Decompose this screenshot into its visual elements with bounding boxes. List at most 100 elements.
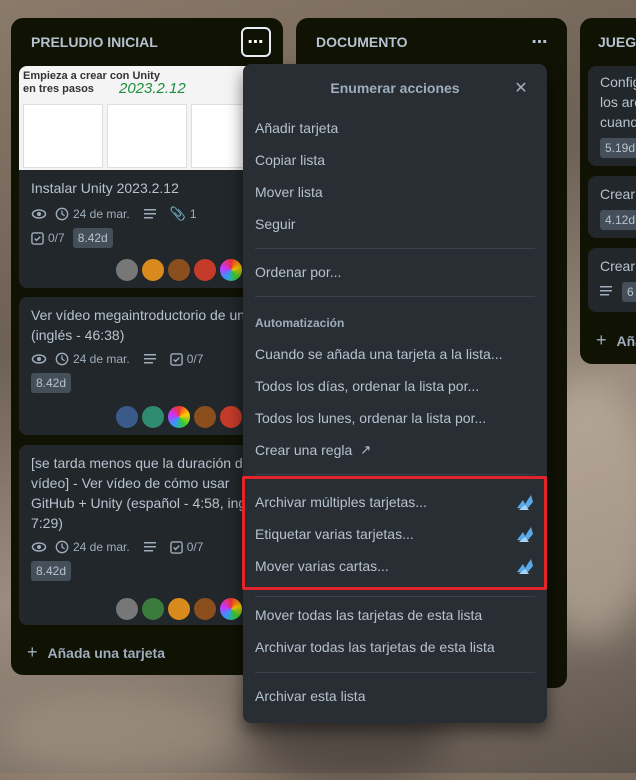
menu-item-sort-by[interactable]: Ordenar por... xyxy=(255,256,535,288)
cover-step-box xyxy=(23,104,103,168)
avatar[interactable] xyxy=(141,597,165,621)
list-header: DOCUMENTO ⋯ xyxy=(296,18,567,66)
watch-icon xyxy=(31,206,47,222)
menu-divider xyxy=(255,672,535,673)
menu-item-add-card[interactable]: Añadir tarjeta xyxy=(255,112,535,144)
menu-item-copy-list[interactable]: Copiar lista xyxy=(255,144,535,176)
card-badges: 8.42d xyxy=(19,555,275,581)
popover-title: Enumerar acciones xyxy=(330,80,460,96)
due-date: 24 de mar. xyxy=(73,207,130,221)
menu-divider xyxy=(255,248,535,249)
avatar[interactable] xyxy=(219,258,243,282)
card-badges: 8.42d xyxy=(19,367,275,393)
add-card-label: Añada una tarjeta xyxy=(47,644,165,661)
list-actions-button[interactable]: ⋯ xyxy=(525,27,555,57)
clock-icon xyxy=(55,352,69,366)
avatar[interactable] xyxy=(193,405,217,429)
estimate-chip: 8.42d xyxy=(72,228,113,248)
list-actions-popover: Enumerar acciones ✕ Añadir tarjeta Copia… xyxy=(243,64,547,723)
menu-item-daily-sort[interactable]: Todos los días, ordenar la lista por... xyxy=(255,370,535,402)
estimate-chip: 8.42d xyxy=(31,373,72,393)
avatar[interactable] xyxy=(167,597,191,621)
add-card-button[interactable]: + Aña xyxy=(596,330,636,351)
avatar[interactable] xyxy=(167,405,191,429)
background-shape xyxy=(0,690,240,780)
due-date-badge[interactable]: 24 de mar. xyxy=(55,207,130,221)
menu-item-archive-all-cards[interactable]: Archivar todas las tarjetas de esta list… xyxy=(255,631,535,663)
checklist-icon xyxy=(31,231,44,245)
due-date-badge[interactable]: 24 de mar. xyxy=(55,540,130,554)
avatar[interactable] xyxy=(115,405,139,429)
avatar[interactable] xyxy=(167,258,191,282)
card-crear[interactable]: Crear 6 xyxy=(588,248,636,312)
card-cover-image: Empieza a crear con Unity en tres pasos 2… xyxy=(19,66,275,170)
list-title[interactable]: JUEGO xyxy=(598,34,636,50)
avatar[interactable] xyxy=(219,597,243,621)
checklist-icon xyxy=(169,352,183,366)
menu-item-move-list[interactable]: Mover lista xyxy=(255,176,535,208)
checklist-count: 0/7 xyxy=(186,352,204,366)
watch-icon xyxy=(31,351,47,367)
card-title: Ver vídeo megaintroductorio de un (inglé… xyxy=(31,307,246,343)
attachments-count: 1 xyxy=(189,207,197,221)
due-date-badge[interactable]: 24 de mar. xyxy=(55,352,130,366)
checklist-icon xyxy=(169,540,183,554)
avatar[interactable] xyxy=(193,258,217,282)
plus-icon: + xyxy=(596,330,607,350)
avatar[interactable] xyxy=(115,597,139,621)
estimate-chip: 6 xyxy=(622,282,636,302)
checklist-count: 0/7 xyxy=(48,231,65,245)
highlight-box xyxy=(242,476,547,590)
list-juego: JUEGO Config los arc cuand 5.19d Crear 4… xyxy=(580,18,636,364)
avatar[interactable] xyxy=(193,597,217,621)
automation-section-header: Automatización xyxy=(255,316,345,330)
list-header: PRELUDIO INICIAL ⋯ xyxy=(11,18,283,66)
create-rule-label: Crear una regla xyxy=(255,442,353,458)
card-badges: 24 de mar. 0/7 xyxy=(19,533,275,555)
avatar[interactable] xyxy=(141,405,165,429)
description-icon xyxy=(143,353,158,365)
description-icon xyxy=(600,285,614,300)
card-crear[interactable]: Crear 4.12d xyxy=(588,176,636,238)
card-badges: 24 de mar. 0/7 xyxy=(19,345,275,367)
card-badges: 0/7 8.42d xyxy=(19,222,275,248)
checklist-badge: 0/7 xyxy=(169,352,204,366)
external-link-icon: ↗ xyxy=(360,442,372,457)
due-date: 24 de mar. xyxy=(73,540,130,554)
menu-item-archive-list[interactable]: Archivar esta lista xyxy=(255,680,535,712)
menu-item-follow[interactable]: Seguir xyxy=(255,208,535,240)
card-instalar-unity[interactable]: Empieza a crear con Unity en tres pasos 2… xyxy=(19,66,275,288)
card-title: [se tarda menos que la duración d vídeo]… xyxy=(31,455,247,531)
description-icon xyxy=(143,541,158,553)
checklist-count: 0/7 xyxy=(186,540,204,554)
description-icon xyxy=(143,208,158,220)
cover-step-box xyxy=(107,104,187,168)
menu-item-create-rule[interactable]: Crear una regla ↗ xyxy=(255,434,535,466)
close-icon[interactable]: ✕ xyxy=(509,76,533,100)
avatar[interactable] xyxy=(115,258,139,282)
menu-divider xyxy=(255,474,535,475)
add-card-button[interactable]: + Añada una tarjeta xyxy=(27,642,165,663)
estimate-chip: 8.42d xyxy=(31,561,72,581)
paperclip-icon: 📎 xyxy=(169,206,186,221)
due-date: 24 de mar. xyxy=(73,352,130,366)
card-config[interactable]: Config los arc cuand 5.19d xyxy=(588,66,636,166)
list-title[interactable]: DOCUMENTO xyxy=(316,34,408,50)
menu-item-move-all-cards[interactable]: Mover todas las tarjetas de esta lista xyxy=(255,599,535,631)
avatar[interactable] xyxy=(219,405,243,429)
card-ver-video-intro[interactable]: Ver vídeo megaintroductorio de un (inglé… xyxy=(19,297,275,435)
cover-handwritten: 2023.2.12 xyxy=(119,80,186,97)
list-header: JUEGO xyxy=(580,18,636,66)
menu-item-when-card-added[interactable]: Cuando se añada una tarjeta a la lista..… xyxy=(255,338,535,370)
card-badges: 24 de mar. 📎 1 xyxy=(19,198,275,222)
card-video-github-unity[interactable]: [se tarda menos que la duración d vídeo]… xyxy=(19,445,275,625)
add-card-label: Aña xyxy=(616,332,636,349)
list-actions-button[interactable]: ⋯ xyxy=(241,27,271,57)
avatar[interactable] xyxy=(141,258,165,282)
menu-divider xyxy=(255,296,535,297)
card-title: Instalar Unity 2023.2.12 xyxy=(31,180,179,196)
menu-item-monday-sort[interactable]: Todos los lunes, ordenar la lista por... xyxy=(255,402,535,434)
menu-divider xyxy=(255,596,535,597)
list-title[interactable]: PRELUDIO INICIAL xyxy=(31,34,158,50)
checklist-badge: 0/7 xyxy=(31,231,65,245)
